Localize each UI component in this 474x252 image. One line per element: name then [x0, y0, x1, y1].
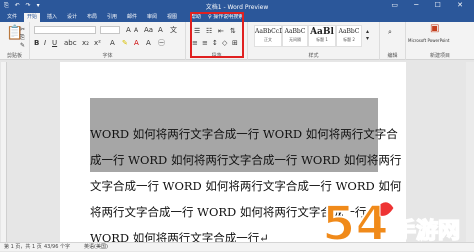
font-name-dropdown[interactable] — [34, 26, 96, 34]
character-shading-icon[interactable]: A — [146, 39, 151, 47]
superscript-icon[interactable]: x² — [94, 39, 101, 47]
watermark-site: 手游网 — [394, 218, 460, 244]
tab-insert[interactable]: 插入 — [44, 13, 60, 22]
format-painter-icon[interactable]: ✎ — [20, 42, 25, 50]
cut-icon[interactable]: ✂ — [20, 26, 25, 34]
flame-icon — [379, 201, 395, 217]
vertical-ruler — [1, 62, 7, 242]
style-normal[interactable]: AaBbCcD 正文 — [254, 25, 284, 47]
style-heading-1[interactable]: AaBl 标题 1 — [308, 25, 336, 47]
font-color-icon[interactable]: A — [134, 39, 139, 47]
style-name: 标题 2 — [343, 37, 355, 42]
clipboard-group-label: 剪贴板 — [6, 53, 22, 59]
tab-references[interactable]: 引用 — [104, 13, 120, 22]
phonetic-guide-icon[interactable]: 文 — [170, 26, 177, 34]
tab-file[interactable]: 文件 — [4, 13, 20, 22]
tab-layout[interactable]: 布局 — [84, 13, 100, 22]
style-heading-2[interactable]: AaBbC 标题 2 — [336, 25, 362, 47]
window-controls[interactable]: ▭ ─ ☐ ✕ — [391, 1, 470, 9]
highlight-frame — [190, 12, 244, 58]
text-effects-icon[interactable]: A — [110, 39, 115, 47]
tab-home[interactable]: 开始 — [24, 13, 40, 22]
site-watermark: 54 手游网 — [321, 196, 461, 248]
font-size-dropdown[interactable] — [100, 26, 120, 34]
copy-icon[interactable]: ⎘ — [20, 34, 25, 42]
styles-scroll-down-icon[interactable]: ▾ — [366, 35, 369, 43]
shrink-font-icon[interactable]: A — [134, 27, 138, 35]
addin-label: Microsoft PowerPoint — [408, 38, 450, 43]
watermark-brand: 54 — [322, 196, 389, 248]
bold-icon[interactable]: B — [34, 39, 39, 47]
document-line-2[interactable]: 成一行 WORD 如何将两行文字合成一行 WORD 如何将两行 — [90, 152, 401, 168]
style-sample: AaBbC — [338, 28, 360, 35]
style-sample: AaBl — [310, 27, 334, 37]
style-sample: AaBbC — [284, 28, 306, 35]
font-group-label: 字体 — [102, 53, 113, 59]
style-no-spacing[interactable]: AaBbC 无间隔 — [282, 25, 308, 47]
highlight-color-icon[interactable]: ✎ — [122, 39, 128, 47]
find-icon[interactable]: ⌕ — [388, 28, 392, 36]
clipboard-group: 📋 ✂ ⎘ ✎ 剪贴板 — [0, 22, 30, 60]
clear-formatting-icon[interactable]: A — [158, 26, 163, 34]
addin-group-label: 新建项目 — [429, 53, 450, 59]
style-name: 无间隔 — [289, 37, 301, 42]
document-line-3[interactable]: 文字合成一行 WORD 如何将两行文字合成一行 WORD 如何 — [90, 178, 401, 194]
strikethrough-icon[interactable]: abc — [64, 39, 77, 47]
style-name: 正文 — [264, 37, 272, 42]
tab-mailings[interactable]: 邮件 — [124, 13, 140, 22]
title-bar: ⎘ ↶ ↷ ▾ 文档1 - Word Preview ▭ ─ ☐ ✕ — [0, 0, 474, 12]
grow-font-icon[interactable]: A — [126, 26, 131, 34]
underline-icon[interactable]: U — [52, 39, 57, 47]
tab-review[interactable]: 审阅 — [144, 13, 160, 22]
subscript-icon[interactable]: x₂ — [82, 39, 89, 47]
font-group: A A Aa A 文 B I U abc x₂ x² A ✎ A A ㊀ 字体 — [30, 22, 186, 60]
powerpoint-icon[interactable]: ▣ — [430, 24, 439, 34]
editing-group-label: 编辑 — [387, 53, 398, 59]
styles-group-label: 样式 — [308, 53, 319, 59]
enclose-characters-icon[interactable]: ㊀ — [158, 39, 165, 47]
italic-icon[interactable]: I — [44, 39, 46, 47]
style-sample: AaBbCcD — [255, 28, 284, 35]
editing-group: ⌕ 编辑 — [380, 22, 406, 60]
styles-group: AaBbCcD 正文 AaBbC 无间隔 AaBl 标题 1 AaBbC 标题 … — [248, 22, 380, 60]
addin-group: ▣ Microsoft PowerPoint 新建项目 — [406, 22, 474, 60]
tab-view[interactable]: 视图 — [164, 13, 180, 22]
change-case-icon[interactable]: Aa — [144, 26, 153, 34]
tab-design[interactable]: 设计 — [64, 13, 80, 22]
document-line-1[interactable]: WORD 如何将两行文字合成一行 WORD 如何将两行文字合 — [90, 126, 398, 142]
style-name: 标题 1 — [316, 37, 328, 42]
